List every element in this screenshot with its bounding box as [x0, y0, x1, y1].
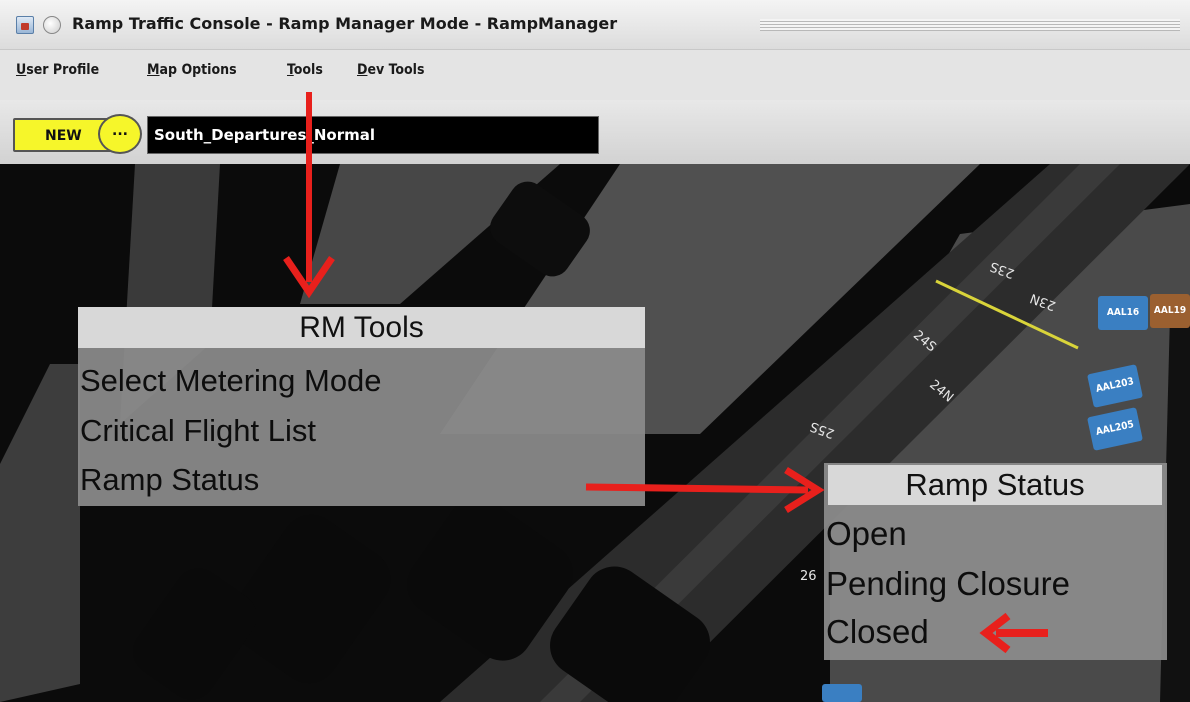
rm-tools-menu: RM Tools Select Metering Mode Critical F…: [78, 307, 645, 506]
menu-item-pending-closure[interactable]: Pending Closure: [826, 565, 1070, 603]
menu-item-select-metering-mode[interactable]: Select Metering Mode: [80, 363, 382, 399]
menu-bar: User Profile Map Options Tools Dev Tools: [0, 50, 1190, 100]
flight-tag[interactable]: AAL19: [1150, 294, 1190, 328]
toolbar: NEW ... South_Departures_Normal: [0, 100, 1190, 164]
window-title: Ramp Traffic Console - Ramp Manager Mode…: [72, 14, 618, 33]
menu-item-closed[interactable]: Closed: [826, 613, 929, 651]
menu-user-profile-label: User Profile: [16, 62, 100, 78]
menu-dev-tools-label: Dev Tools: [357, 62, 425, 78]
title-bar: Ramp Traffic Console - Ramp Manager Mode…: [0, 0, 1190, 50]
menu-item-ramp-status[interactable]: Ramp Status: [80, 462, 259, 498]
menu-user-profile[interactable]: User Profile: [16, 62, 99, 78]
menu-item-critical-flight-list[interactable]: Critical Flight List: [80, 413, 316, 449]
flight-tag[interactable]: AAL16: [1098, 296, 1148, 330]
flight-tag-partial[interactable]: [822, 684, 862, 702]
gate-label: 26: [800, 569, 817, 584]
configuration-name-field[interactable]: South_Departures_Normal: [147, 116, 599, 154]
browse-button[interactable]: ...: [98, 114, 142, 154]
rm-tools-title: RM Tools: [78, 307, 645, 348]
menu-tools[interactable]: Tools: [287, 62, 323, 78]
title-bar-grip: [760, 19, 1180, 31]
window-menu-icon[interactable]: [43, 16, 61, 34]
ramp-status-title: Ramp Status: [828, 465, 1162, 505]
menu-item-open[interactable]: Open: [826, 515, 907, 553]
menu-dev-tools[interactable]: Dev Tools: [357, 62, 424, 78]
menu-map-options[interactable]: Map Options: [147, 62, 237, 78]
menu-map-options-label: Map Options: [147, 62, 237, 78]
java-app-icon[interactable]: [16, 16, 34, 34]
ramp-status-submenu: Ramp Status Open Pending Closure Closed: [824, 463, 1167, 660]
menu-tools-label: Tools: [287, 62, 323, 78]
